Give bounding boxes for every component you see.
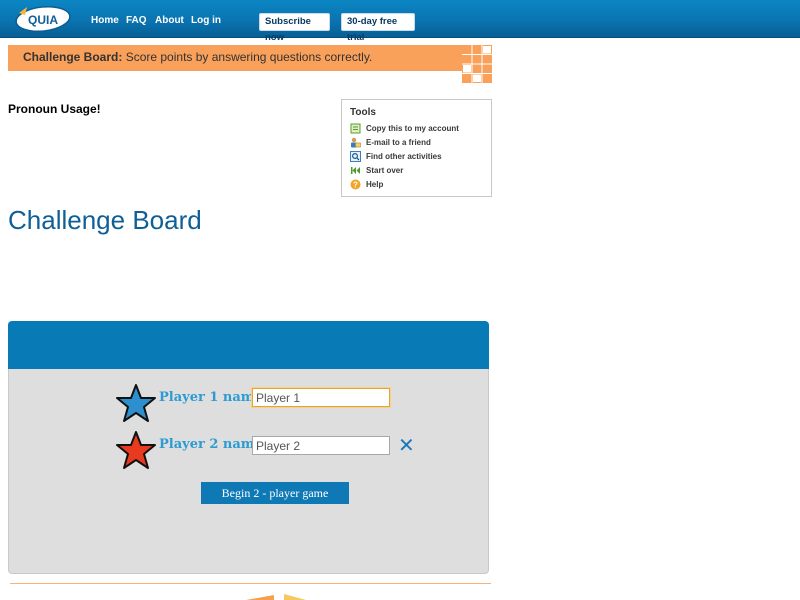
rewind-icon — [351, 167, 360, 174]
tool-item-label: Copy this to my account — [366, 124, 459, 133]
subscribe-button[interactable]: Subscribe now — [259, 13, 330, 43]
tool-item-label: Start over — [366, 166, 404, 175]
tool-item-label: Help — [366, 180, 384, 189]
find-icon — [350, 151, 361, 162]
tools-heading: Tools — [350, 107, 376, 118]
quia-logo[interactable]: QUIA — [13, 3, 73, 33]
player1-star-icon — [116, 384, 156, 422]
tools-panel: Tools Copy this to my account E-mail to … — [341, 99, 492, 197]
footer-divider — [10, 583, 491, 584]
activity-title: Pronoun Usage! — [8, 102, 101, 116]
nav-login-link[interactable]: Log in — [191, 0, 221, 38]
begin-game-button[interactable]: Begin 2 - player game — [201, 482, 349, 504]
nav-faq-link[interactable]: FAQ — [126, 0, 147, 38]
page-title: Challenge Board — [8, 205, 202, 235]
tool-item-label: E-mail to a friend — [366, 138, 431, 147]
player1-name-input[interactable] — [252, 388, 390, 407]
svg-text:QUIA: QUIA — [28, 13, 58, 27]
banner-subtitle: Score points by answering questions corr… — [125, 50, 373, 64]
svg-text:?: ? — [353, 180, 358, 189]
decorative-shape-right — [284, 594, 306, 600]
remove-player2-close-icon[interactable]: ✕ — [398, 436, 415, 456]
email-friend-icon — [351, 137, 361, 148]
banner-title: Challenge Board: — [23, 50, 123, 64]
top-nav-bar: QUIA Home FAQ About Log in Subscribe now… — [0, 0, 800, 43]
free-trial-button[interactable]: 30-day free trial — [341, 13, 415, 43]
game-panel-header — [8, 321, 489, 369]
activity-banner: Challenge Board: Score points by answeri… — [8, 45, 463, 71]
player2-name-input[interactable] — [252, 436, 390, 455]
help-icon: ? — [350, 179, 361, 190]
nav-home-link[interactable]: Home — [91, 0, 119, 38]
nav-about-link[interactable]: About — [155, 0, 184, 38]
challenge-grid-icon — [462, 45, 492, 83]
decorative-shape-left — [246, 595, 274, 600]
copy-icon — [350, 123, 361, 134]
player2-star-icon — [116, 431, 156, 469]
tool-item-label: Find other activities — [366, 152, 442, 161]
